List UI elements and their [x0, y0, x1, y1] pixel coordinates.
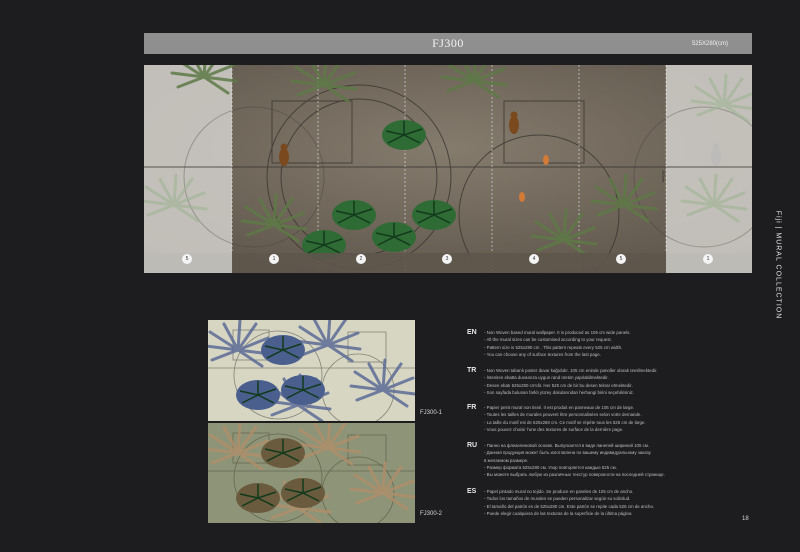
variant-code-1: FJ300-1	[420, 410, 443, 416]
lang-line: - Pattern size is 525x280 cm . This patt…	[484, 344, 623, 350]
lang-code: TR	[467, 367, 477, 374]
variant-code-2: FJ300-2	[420, 511, 443, 517]
lang-line: - El tamaño del patrón es de 525x280 cm.…	[484, 503, 655, 509]
side-label-text: Fiji | MURAL COLLECTION	[774, 210, 782, 320]
lang-line: - İsteniIen ebatta duvaınıza uygun rand …	[484, 375, 609, 381]
lang-line: - Non Woven tabanlı poster duvar kağıdıd…	[484, 368, 658, 373]
lang-line: - Вы можете выбрать любую из различных т…	[484, 472, 665, 478]
lang-line: - Данная продукция может быть изготовлен…	[484, 450, 651, 456]
collection-side-label: Fiji | MURAL COLLECTION	[771, 211, 785, 320]
lang-line: - Размер формата 525x280 см. Узор повтор…	[484, 464, 617, 470]
lang-line: - Todos los tamaños de murales se pueden…	[484, 496, 631, 502]
mural-size: 525X280(cm)	[691, 41, 728, 47]
variant-preview-2	[208, 423, 415, 523]
lang-line: в желаемом размере.	[484, 457, 529, 463]
lang-code: RU	[467, 442, 478, 449]
lang-line: - Papel pintado mural no tejido. Se prod…	[484, 489, 634, 494]
lang-code: ES	[467, 488, 477, 495]
panel-number: 5	[616, 254, 626, 264]
panel-number: 4	[529, 254, 539, 264]
lang-code: EN	[467, 329, 477, 336]
lang-line: - You can choose any of surface textures…	[484, 351, 601, 357]
panel-number: 1	[269, 254, 279, 264]
lang-line: - Toutes les tailles de murales peuvent …	[484, 412, 642, 418]
lang-line: - Son sayfada bulunan farklı yüzey dokul…	[484, 389, 635, 395]
panel-number: 1	[703, 254, 713, 264]
variant-preview-1	[208, 320, 415, 421]
lang-code: FR	[467, 404, 477, 411]
panel-number: 5	[182, 254, 192, 264]
panel-number: 3	[442, 254, 452, 264]
lang-line: - Puede elegir cualquiera de las textura…	[484, 510, 632, 516]
lang-line: - Papier peint mural non tissé. Il est p…	[484, 405, 635, 410]
mural-height-label: 280cm	[661, 170, 666, 183]
page-number: 18	[742, 516, 749, 522]
lang-line: - La taille du motif est de 525x280 cm. …	[484, 419, 646, 425]
lang-line: - Vous pouvez choisir l'une des textures…	[484, 426, 624, 432]
lang-line: - All the mural sizes can be customised …	[484, 337, 612, 343]
mural-title-bar: FJ300 525X280(cm)	[144, 33, 752, 54]
panel-number: 2	[356, 254, 366, 264]
mural-panorama	[144, 65, 752, 273]
mural-title: FJ300	[432, 36, 464, 50]
lang-line: - Desen ebatı 525x280 cm'dir. Her 525 cm…	[484, 382, 633, 388]
lang-line: - Non Woven based mural wallpaper. It is…	[484, 330, 631, 335]
lang-line: - Панно на флизелиновой основе. Выпускае…	[484, 443, 650, 448]
